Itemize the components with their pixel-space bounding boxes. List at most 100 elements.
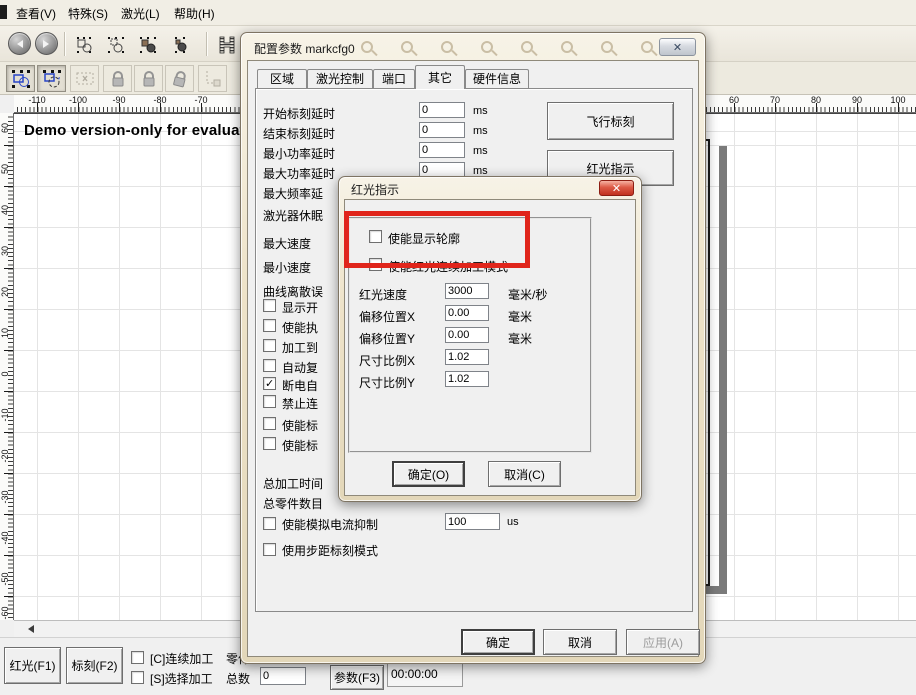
apply-button[interactable]: 应用(A) <box>626 629 700 655</box>
node-select-button[interactable] <box>102 31 130 58</box>
unlock-button[interactable] <box>165 65 194 92</box>
tab-hardware-info[interactable]: 硬件信息 <box>465 69 529 88</box>
field-label: 偏移位置Y <box>359 330 415 347</box>
menu-help[interactable]: 帮助(H) <box>174 5 215 22</box>
analog-current-input[interactable] <box>445 513 500 530</box>
tab-area[interactable]: 区域 <box>257 69 307 88</box>
analog-current-label: 使能模拟电流抑制 <box>282 516 378 533</box>
param-f3-button[interactable]: 参数(F3) <box>330 665 384 690</box>
ruler-tick-label: -90 <box>112 95 125 105</box>
analog-current-checkbox[interactable] <box>263 517 276 530</box>
field-label: 最大功率延时 <box>263 165 335 182</box>
menu-laser[interactable]: 激光(L) <box>121 5 160 22</box>
ruler-tick-label: 90 <box>852 95 862 105</box>
total-time-label: 总加工时间 <box>263 475 323 492</box>
field-label: 最小速度 <box>263 259 311 276</box>
enable-exec-checkbox[interactable] <box>263 319 276 332</box>
rotate-tool-button[interactable] <box>37 65 66 92</box>
tab-laser-control[interactable]: 激光控制 <box>307 69 373 88</box>
cancel-button[interactable]: 取消 <box>543 629 617 655</box>
continuous-mode-checkbox[interactable] <box>131 651 144 664</box>
field-label: 结束标刻延时 <box>263 125 335 142</box>
unlock-icon <box>170 68 190 89</box>
start-delay-input[interactable] <box>419 102 465 118</box>
transform-disabled-button[interactable] <box>70 65 99 92</box>
end-delay-input[interactable] <box>419 122 465 138</box>
checkbox-label: 加工到 <box>282 339 318 356</box>
back-button[interactable] <box>8 32 31 55</box>
red-light-f1-button[interactable]: 红光(F1) <box>4 647 61 684</box>
ruler-tick-label: 40 <box>0 199 10 221</box>
ruler-tick-label: -20 <box>0 445 10 467</box>
unit-label: ms <box>473 125 488 137</box>
close-button[interactable]: ✕ <box>659 38 696 56</box>
enable-mark-checkbox-2[interactable] <box>263 437 276 450</box>
magnifier-icon <box>401 41 413 53</box>
node-edit-button[interactable] <box>70 31 98 58</box>
ruler-tick-label: 100 <box>890 95 905 105</box>
scale-x-input[interactable] <box>445 349 489 365</box>
lock-button[interactable] <box>103 65 132 92</box>
snap-disabled-button[interactable] <box>198 65 227 92</box>
process-to-checkbox[interactable] <box>263 339 276 352</box>
offset-x-input[interactable] <box>445 305 489 321</box>
lock-all-button[interactable] <box>134 65 163 92</box>
step-mark-checkbox[interactable] <box>263 543 276 556</box>
total-count-input[interactable] <box>260 667 306 685</box>
field-label: 激光器休眠 <box>263 207 323 224</box>
show-start-checkbox[interactable] <box>263 299 276 312</box>
enable-mark-checkbox-1[interactable] <box>263 417 276 430</box>
menu-bar: 查看(V) 特殊(S) 激光(L) 帮助(H) <box>0 0 916 26</box>
scale-tool-button[interactable] <box>6 65 35 92</box>
ruler-tick-label: -80 <box>153 95 166 105</box>
total-label: 总数 <box>226 670 250 687</box>
scroll-left-icon[interactable] <box>24 625 34 633</box>
fly-mark-button[interactable]: 飞行标刻 <box>547 102 674 140</box>
fill-dark-button[interactable] <box>134 31 162 58</box>
mark-f2-button[interactable]: 标刻(F2) <box>66 647 123 684</box>
filled-shapes-icon <box>139 36 157 54</box>
demo-watermark-text: Demo version-only for evaluatio <box>24 122 259 139</box>
tab-port[interactable]: 端口 <box>373 69 415 88</box>
timer-display: 00:00:00 <box>387 663 463 687</box>
ok-button[interactable]: 确定 <box>461 629 535 655</box>
auto-reset-checkbox[interactable] <box>263 359 276 372</box>
field-label: 最大频率延 <box>263 185 323 202</box>
close-icon: ✕ <box>673 41 682 54</box>
ok-button[interactable]: 确定(O) <box>392 461 465 487</box>
field-label: 尺寸比例X <box>359 352 415 369</box>
select-mode-checkbox[interactable] <box>131 671 144 684</box>
magnifier-icon <box>601 41 613 53</box>
ruler-tick-label: -40 <box>0 527 10 549</box>
forbid-continuous-checkbox[interactable] <box>263 395 276 408</box>
cancel-button[interactable]: 取消(C) <box>488 461 561 487</box>
clipped-menu-icon <box>0 5 7 19</box>
unit-label: ms <box>473 145 488 157</box>
unit-label: 毫米 <box>508 330 532 347</box>
back-arrow-icon <box>13 40 23 48</box>
scale-y-input[interactable] <box>445 371 489 387</box>
lock-icon <box>110 70 126 88</box>
ruler-tick-label: 0 <box>0 363 10 385</box>
tab-other[interactable]: 其它 <box>415 65 465 89</box>
square-circle-outline-icon <box>75 36 93 54</box>
offset-y-input[interactable] <box>445 327 489 343</box>
toolbar-separator <box>206 32 207 56</box>
power-off-auto-checkbox[interactable]: ✓ <box>263 377 276 390</box>
hatch-h-icon <box>217 35 237 55</box>
ruler-tick-label: -30 <box>0 486 10 508</box>
magnifier-icon <box>561 41 573 53</box>
forward-button[interactable] <box>35 32 58 55</box>
filled-circle-dots-icon <box>171 36 189 54</box>
close-button[interactable]: ✕ <box>599 180 634 196</box>
red-speed-input[interactable] <box>445 283 489 299</box>
min-power-delay-input[interactable] <box>419 142 465 158</box>
menu-special[interactable]: 特殊(S) <box>68 5 108 22</box>
menu-view[interactable]: 查看(V) <box>16 5 56 22</box>
hatch-button[interactable] <box>213 31 241 58</box>
magnifier-icon <box>441 41 453 53</box>
dialog-title: 配置参数 markcfg0 <box>254 40 355 57</box>
checkbox-label: 使能标 <box>282 437 318 454</box>
fill-small-button[interactable] <box>166 31 194 58</box>
checkbox-label: 禁止连 <box>282 395 318 412</box>
